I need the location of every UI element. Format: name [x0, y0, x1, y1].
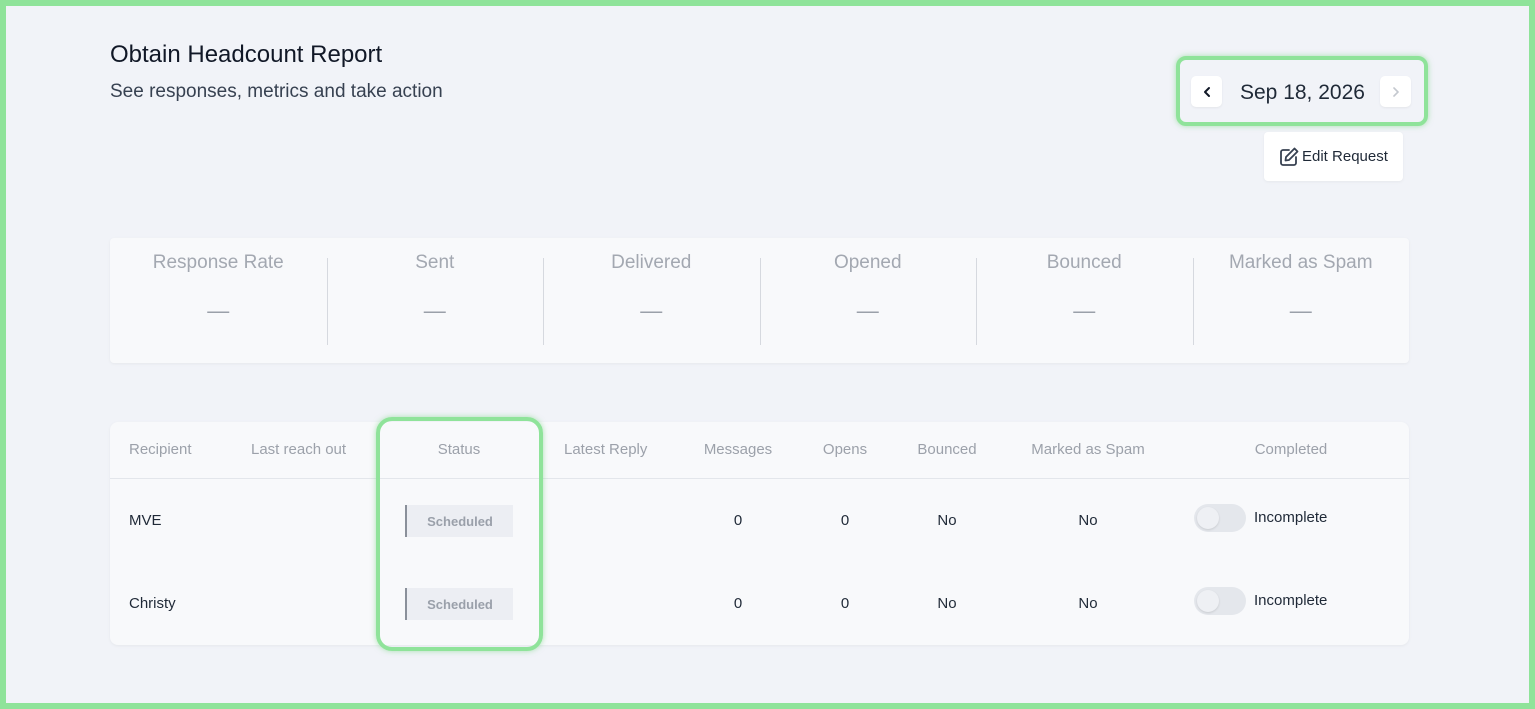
- metric-label: Response Rate: [152, 252, 284, 273]
- messages-count: 0: [733, 595, 743, 612]
- completed-toggle[interactable]: [1194, 504, 1246, 532]
- previous-date-button[interactable]: [1191, 76, 1222, 107]
- metric-delivered: Delivered —: [543, 238, 760, 363]
- metric-sent: Sent —: [326, 238, 544, 363]
- metric-label: Bounced: [1046, 252, 1122, 273]
- column-header-messages[interactable]: Messages: [704, 441, 772, 458]
- next-date-button[interactable]: [1380, 76, 1411, 107]
- completed-label: Incomplete: [1254, 509, 1328, 526]
- metric-response-rate: Response Rate —: [110, 238, 327, 363]
- column-header-completed[interactable]: Completed: [1255, 441, 1328, 458]
- chevron-left-icon: [1203, 86, 1210, 97]
- date-navigator: Sep 18, 2026: [1176, 56, 1428, 126]
- toggle-knob: [1197, 507, 1219, 529]
- recipients-table: Recipient Last reach out Status Latest R…: [110, 422, 1409, 645]
- current-date: Sep 18, 2026: [1240, 81, 1365, 104]
- metric-value: —: [1289, 298, 1312, 323]
- bounced-value: No: [937, 512, 957, 529]
- metric-label: Opened: [833, 252, 902, 273]
- column-header-opens[interactable]: Opens: [823, 441, 867, 458]
- column-header-latest-reply[interactable]: Latest Reply: [564, 441, 647, 458]
- metric-label: Delivered: [611, 252, 692, 273]
- edit-request-label: Edit Request: [1302, 148, 1388, 165]
- edit-icon: [1280, 147, 1299, 166]
- metric-value: —: [207, 298, 230, 323]
- column-header-recipient[interactable]: Recipient: [129, 441, 192, 458]
- recipient-name: Christy: [129, 595, 176, 612]
- column-header-bounced[interactable]: Bounced: [917, 441, 976, 458]
- completed-label: Incomplete: [1254, 592, 1328, 609]
- metric-opened: Opened —: [759, 238, 977, 363]
- chevron-right-icon: [1392, 86, 1399, 97]
- metric-value: —: [640, 298, 663, 323]
- column-header-status[interactable]: Status: [438, 441, 481, 458]
- metrics-panel: Response Rate — Sent — Delivered — Opene…: [110, 238, 1409, 363]
- completed-toggle[interactable]: [1194, 587, 1246, 615]
- column-header-marked-as-spam[interactable]: Marked as Spam: [1031, 441, 1144, 458]
- spam-value: No: [1078, 595, 1098, 612]
- metric-value: —: [423, 298, 446, 323]
- edit-request-button[interactable]: Edit Request: [1264, 132, 1403, 181]
- recipient-name: MVE: [129, 512, 162, 529]
- metric-label: Marked as Spam: [1228, 252, 1373, 273]
- page-title: Obtain Headcount Report: [110, 41, 383, 68]
- toggle-knob: [1197, 590, 1219, 612]
- page-subtitle: See responses, metrics and take action: [110, 81, 443, 102]
- spam-value: No: [1078, 512, 1098, 529]
- table-header: Recipient Last reach out Status Latest R…: [110, 422, 1409, 479]
- opens-count: 0: [840, 512, 850, 529]
- bounced-value: No: [937, 595, 957, 612]
- status-badge: Scheduled: [405, 588, 513, 620]
- metric-value: —: [1073, 298, 1096, 323]
- status-badge: Scheduled: [405, 505, 513, 537]
- metric-value: —: [856, 298, 879, 323]
- metric-marked-as-spam: Marked as Spam —: [1192, 238, 1410, 363]
- column-header-last-reach-out[interactable]: Last reach out: [251, 441, 346, 458]
- metric-label: Sent: [415, 252, 455, 273]
- metric-bounced: Bounced —: [976, 238, 1193, 363]
- opens-count: 0: [840, 595, 850, 612]
- messages-count: 0: [733, 512, 743, 529]
